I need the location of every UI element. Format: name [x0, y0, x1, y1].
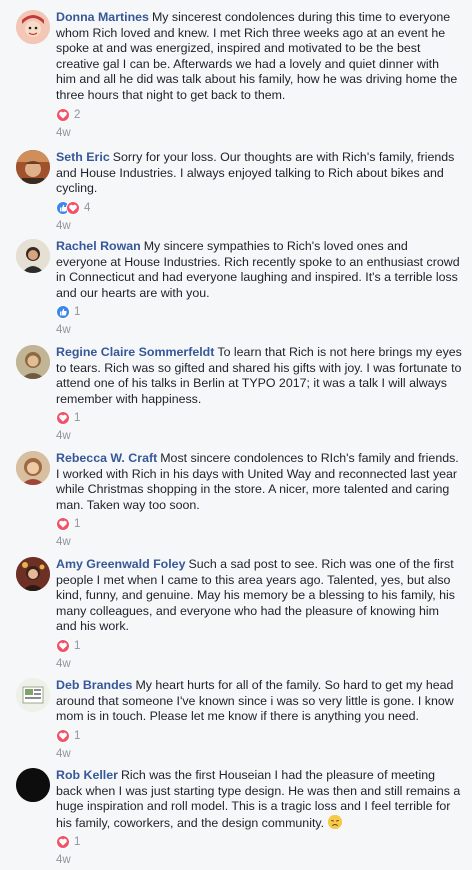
- disappointed-face-icon: [327, 814, 342, 829]
- love-reaction-icon: [56, 517, 70, 532]
- comment-timestamp[interactable]: 4w: [56, 430, 462, 442]
- avatar[interactable]: [16, 768, 50, 802]
- reaction-count: 2: [74, 108, 81, 121]
- reaction-count: 1: [74, 729, 81, 742]
- love-reaction-icon: [66, 200, 80, 215]
- love-reaction-icon: [56, 835, 70, 850]
- reaction-summary[interactable]: 1: [56, 304, 462, 320]
- comment-author[interactable]: Donna Martines: [56, 10, 149, 24]
- love-reaction-icon: [56, 411, 70, 426]
- love-reaction-icon: [56, 728, 70, 743]
- like-reaction-icon: [56, 305, 70, 320]
- comment-author[interactable]: Regine Claire Sommerfeldt: [56, 345, 214, 359]
- comment-author[interactable]: Rachel Rowan: [56, 239, 141, 253]
- comment-text: Deb Brandes My heart hurts for all of the…: [56, 678, 462, 725]
- comment-text: Seth Eric Sorry for your loss. Our though…: [56, 150, 462, 197]
- reaction-summary[interactable]: 1: [56, 834, 462, 850]
- reaction-summary[interactable]: 1: [56, 638, 462, 654]
- avatar[interactable]: [16, 10, 50, 44]
- comment-text: Rachel Rowan My sincere sympathies to Ric…: [56, 239, 462, 301]
- reaction-count: 1: [74, 412, 81, 425]
- reaction-count: 4: [84, 201, 91, 214]
- comment-timestamp[interactable]: 4w: [56, 658, 462, 670]
- comment-author[interactable]: Rob Keller: [56, 768, 118, 782]
- avatar[interactable]: [16, 678, 50, 712]
- comment-timestamp[interactable]: 4w: [56, 324, 462, 336]
- love-reaction-icon: [56, 638, 70, 653]
- reaction-count: 1: [74, 518, 81, 531]
- comment-timestamp[interactable]: 4w: [56, 220, 462, 232]
- reaction-count: 1: [74, 639, 81, 652]
- reaction-count: 1: [74, 306, 81, 319]
- comment-author[interactable]: Amy Greenwald Foley: [56, 557, 185, 571]
- reaction-count: 1: [74, 836, 81, 849]
- avatar[interactable]: [16, 557, 50, 591]
- avatar[interactable]: [16, 150, 50, 184]
- reaction-summary[interactable]: 4: [56, 200, 462, 216]
- reaction-summary[interactable]: 1: [56, 728, 462, 744]
- reaction-summary[interactable]: 1: [56, 516, 462, 532]
- comment-text: Rebecca W. Craft Most sincere condolences…: [56, 451, 462, 513]
- avatar[interactable]: [16, 239, 50, 273]
- reaction-summary[interactable]: 1: [56, 410, 462, 426]
- reaction-summary[interactable]: 2: [56, 107, 462, 123]
- comment-timestamp[interactable]: 4w: [56, 536, 462, 548]
- comment-message: Sorry for your loss. Our thoughts are wi…: [56, 150, 455, 196]
- comment-timestamp[interactable]: 4w: [56, 854, 462, 866]
- comment-timestamp[interactable]: 4w: [56, 748, 462, 760]
- comment-author[interactable]: Seth Eric: [56, 150, 110, 164]
- comment-text: Donna Martines My sincerest condolences d…: [56, 10, 462, 104]
- comment-text: Regine Claire Sommerfeldt To learn that R…: [56, 345, 462, 407]
- avatar[interactable]: [16, 345, 50, 379]
- avatar[interactable]: [16, 451, 50, 485]
- comment-text: Rob Keller Rich was the first Houseian I …: [56, 768, 462, 831]
- comment-text: Amy Greenwald Foley Such a sad post to se…: [56, 557, 462, 635]
- comment-timestamp[interactable]: 4w: [56, 127, 462, 139]
- love-reaction-icon: [56, 107, 70, 122]
- comment-author[interactable]: Deb Brandes: [56, 678, 132, 692]
- comment-author[interactable]: Rebecca W. Craft: [56, 451, 157, 465]
